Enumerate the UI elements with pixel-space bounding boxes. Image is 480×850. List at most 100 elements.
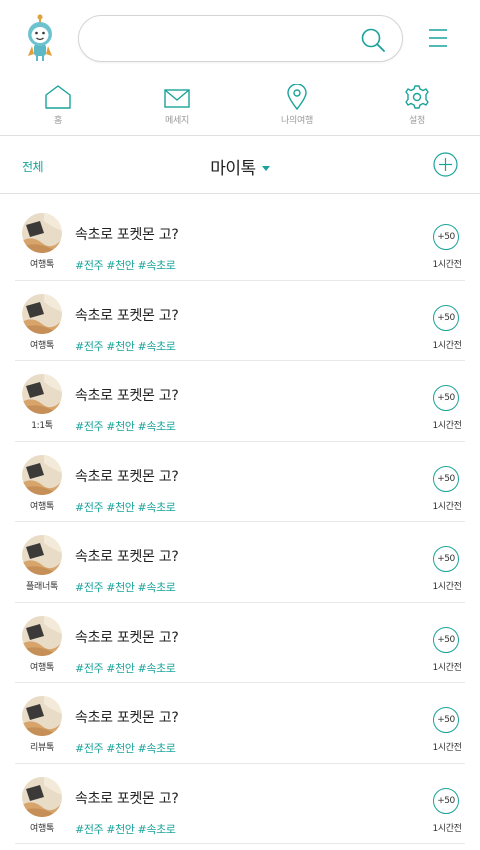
post-tags: #전주 #천안 #속초로	[75, 660, 179, 676]
points-badge: +50	[433, 787, 459, 814]
nav-label-messages: 메세지	[165, 116, 189, 126]
hashtag-link[interactable]: #천안	[106, 742, 135, 755]
post-row[interactable]: 1:1톡 속초로 포켓몬 고? #전주 #천안 #속초로 +50 1시간전	[15, 361, 465, 442]
hashtag-link[interactable]: #천안	[106, 823, 135, 836]
post-tags: #전주 #천안 #속초로	[75, 740, 179, 756]
post-title[interactable]: 속초로 포켓몬 고?	[75, 627, 179, 647]
nav-item-home[interactable]: 홈	[18, 80, 98, 136]
page-title[interactable]: 마이톡	[210, 159, 256, 179]
hashtag-link[interactable]: #속초로	[138, 662, 176, 675]
hashtag-link[interactable]: #속초로	[138, 501, 176, 514]
avatar[interactable]	[22, 213, 62, 253]
caret-down-icon[interactable]	[261, 166, 270, 171]
post-row[interactable]: 리뷰톡 속초로 포켓몬 고? #전주 #천안 #속초로 +50 1시간전	[15, 683, 465, 764]
post-tags: #전주 #천안 #속초로	[75, 821, 179, 837]
hashtag-link[interactable]: #속초로	[138, 420, 176, 433]
post-category: 여행톡	[30, 501, 54, 512]
hashtag-link[interactable]: #전주	[75, 662, 104, 675]
points-badge: +50	[433, 385, 459, 411]
post-category: 여행톡	[30, 260, 54, 270]
hashtag-link[interactable]: #전주	[75, 742, 104, 755]
title-dropdown[interactable]: 마이톡	[0, 154, 480, 179]
hashtag-link[interactable]: #천안	[106, 581, 135, 594]
post-time: 1시간전	[432, 340, 462, 351]
main-nav: 홈 메세지 나의여행 설정	[0, 80, 480, 136]
hashtag-link[interactable]: #속초로	[138, 823, 176, 836]
hashtag-link[interactable]: #속초로	[138, 340, 176, 353]
nav-item-settings[interactable]: 설정	[377, 80, 457, 136]
subhead-divider	[0, 193, 480, 194]
post-row[interactable]: 여행톡 속초로 포켓몬 고? #전주 #천안 #속초로 +50 1시간전	[15, 200, 465, 281]
post-category: 여행톡	[30, 823, 54, 834]
nav-item-messages[interactable]: 메세지	[137, 80, 217, 136]
avatar[interactable]	[22, 615, 62, 656]
hashtag-link[interactable]: #전주	[75, 501, 104, 514]
post-title[interactable]: 속초로 포켓몬 고?	[75, 385, 179, 405]
points-badge: +50	[433, 707, 459, 733]
post-category: 리뷰톡	[30, 743, 54, 753]
avatar[interactable]	[22, 535, 62, 575]
hashtag-link[interactable]: #속초로	[138, 581, 176, 594]
search-icon[interactable]	[360, 27, 386, 53]
home-icon	[45, 85, 71, 109]
post-category: 플래너톡	[26, 582, 58, 592]
nav-item-my-trip[interactable]: 나의여행	[257, 80, 337, 136]
post-title[interactable]: 속초로 포켓몬 고?	[75, 305, 179, 325]
post-row[interactable]: 여행톡 속초로 포켓몬 고? #전주 #천안 #속초로 +50 1시간전	[15, 281, 465, 361]
hashtag-link[interactable]: #천안	[106, 501, 135, 514]
post-time: 1시간전	[432, 582, 462, 592]
hashtag-link[interactable]: #전주	[75, 823, 104, 836]
hamburger-menu-icon[interactable]	[428, 27, 448, 49]
post-row[interactable]: 여행톡 속초로 포켓몬 고? #전주 #천안 #속초로 +50 1시간전	[15, 442, 465, 522]
add-post-button[interactable]	[433, 152, 458, 177]
points-badge: +50	[433, 626, 459, 653]
nav-divider	[0, 135, 480, 136]
post-title[interactable]: 속초로 포켓몬 고?	[75, 224, 179, 244]
hashtag-link[interactable]: #천안	[106, 662, 135, 675]
search-bar[interactable]	[78, 15, 403, 62]
points-badge: +50	[433, 546, 459, 572]
search-input[interactable]	[99, 24, 359, 54]
post-tags: #전주 #천안 #속초로	[75, 257, 179, 273]
post-row[interactable]: 플래너톡 속초로 포켓몬 고? #전주 #천안 #속초로 +50 1시간전	[15, 522, 465, 603]
avatar[interactable]	[22, 374, 62, 414]
post-list: 여행톡 속초로 포켓몬 고? #전주 #천안 #속초로 +50 1시간전 여행톡 속초로 포켓몬…	[15, 200, 465, 844]
points-badge: +50	[433, 304, 459, 331]
post-title[interactable]: 속초로 포켓몬 고?	[75, 788, 179, 808]
hashtag-link[interactable]: #전주	[75, 340, 104, 353]
hashtag-link[interactable]: #전주	[75, 581, 104, 594]
hashtag-link[interactable]: #속초로	[138, 259, 176, 272]
hashtag-link[interactable]: #속초로	[138, 742, 176, 755]
avatar[interactable]	[22, 293, 62, 334]
avatar[interactable]	[22, 696, 62, 736]
post-tags: #전주 #천안 #속초로	[75, 418, 179, 434]
nav-label-settings: 설정	[409, 116, 425, 126]
post-time: 1시간전	[432, 743, 462, 753]
post-time: 1시간전	[432, 260, 462, 270]
hashtag-link[interactable]: #천안	[106, 420, 135, 433]
post-row[interactable]: 여행톡 속초로 포켓몬 고? #전주 #천안 #속초로 +50 1시간전	[15, 764, 465, 844]
post-title[interactable]: 속초로 포켓몬 고?	[75, 466, 179, 486]
points-badge: +50	[433, 465, 459, 492]
robot-logo-icon[interactable]	[22, 14, 58, 62]
post-row[interactable]: 여행톡 속초로 포켓몬 고? #전주 #천안 #속초로 +50 1시간전	[15, 603, 465, 683]
avatar[interactable]	[22, 776, 62, 817]
post-tags: #전주 #천안 #속초로	[75, 338, 179, 354]
nav-label-my-trip: 나의여행	[281, 116, 313, 126]
hashtag-link[interactable]: #전주	[75, 420, 104, 433]
post-time: 1시간전	[432, 823, 462, 834]
post-category: 여행톡	[30, 340, 54, 351]
post-tags: #전주 #천안 #속초로	[75, 579, 179, 595]
hashtag-link[interactable]: #천안	[106, 259, 135, 272]
mail-icon	[164, 89, 190, 108]
post-tags: #전주 #천안 #속초로	[75, 499, 179, 515]
post-title[interactable]: 속초로 포켓몬 고?	[75, 707, 179, 727]
post-time: 1시간전	[432, 501, 462, 512]
hashtag-link[interactable]: #천안	[106, 340, 135, 353]
avatar[interactable]	[22, 454, 62, 495]
post-time: 1시간전	[432, 421, 462, 431]
hashtag-link[interactable]: #전주	[75, 259, 104, 272]
post-title[interactable]: 속초로 포켓몬 고?	[75, 546, 179, 566]
points-badge: +50	[433, 224, 459, 250]
gear-icon	[405, 85, 429, 109]
